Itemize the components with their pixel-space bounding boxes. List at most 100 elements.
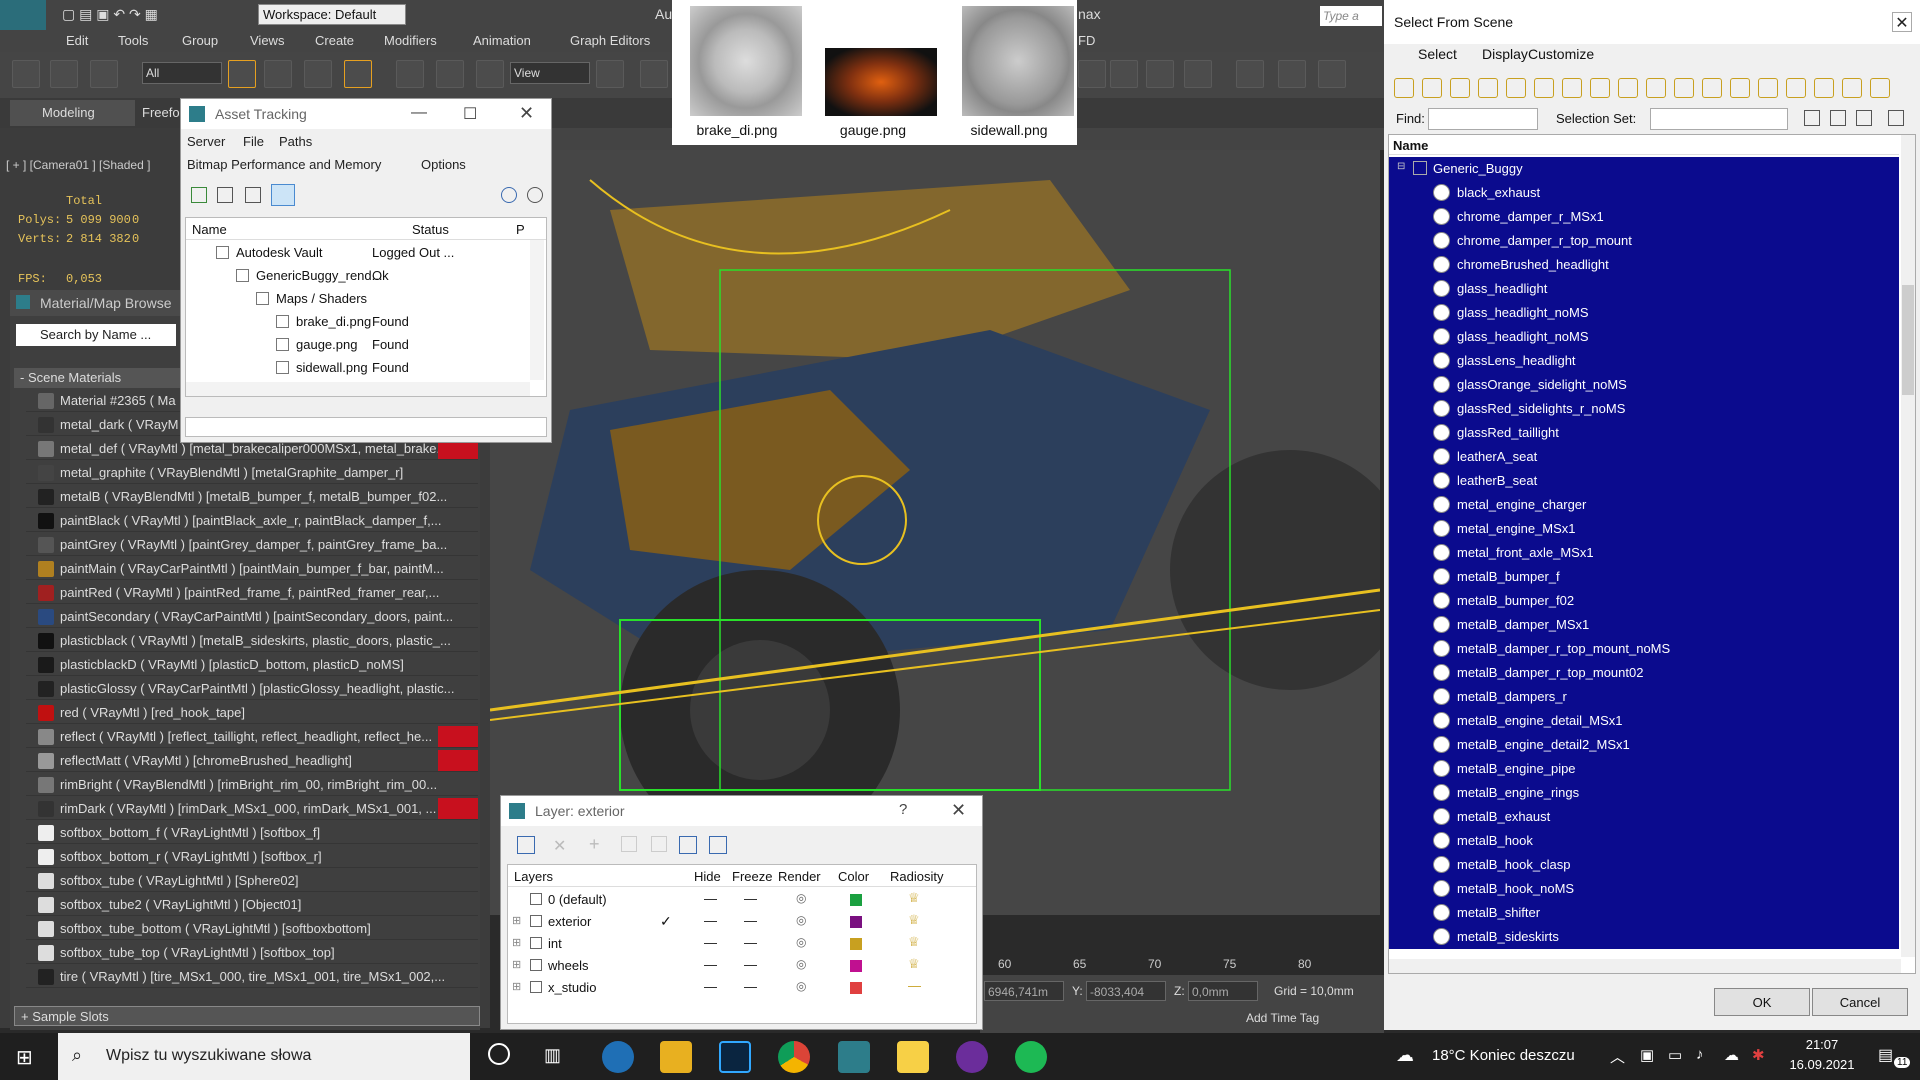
layer-color-swatch[interactable] <box>850 982 862 994</box>
filter-icon[interactable] <box>1450 78 1470 98</box>
expand-icon[interactable]: ⊞ <box>512 914 521 927</box>
gauge-thumbnail[interactable] <box>825 48 937 116</box>
select-object-icon[interactable] <box>228 60 256 88</box>
material-row[interactable]: metalB ( VRayBlendMtl ) [metalB_bumper_f… <box>26 486 478 508</box>
help-icon[interactable]: ? <box>899 801 907 818</box>
scene-object-row[interactable]: glassOrange_sidelight_noMS <box>1389 373 1899 397</box>
clock-time[interactable]: 21:07 <box>1782 1037 1862 1052</box>
asset-hscrollbar[interactable] <box>186 382 530 396</box>
mat-search-input[interactable]: Search by Name ... <box>16 324 176 346</box>
sfs-titlebar[interactable]: Select From Scene ✕ <box>1384 0 1920 44</box>
scene-object-row[interactable]: black_exhaust <box>1389 181 1899 205</box>
menu-bitmap-performance[interactable]: Bitmap Performance and Memory <box>187 157 381 172</box>
menu-paths[interactable]: Paths <box>279 134 312 149</box>
toolbar-icon-e[interactable] <box>1236 60 1264 88</box>
menu-views[interactable]: Views <box>250 33 284 48</box>
filter-icon[interactable] <box>1478 78 1498 98</box>
scene-object-row[interactable]: leatherA_seat <box>1389 445 1899 469</box>
material-row[interactable]: softbox_bottom_r ( VRayLightMtl ) [softb… <box>26 846 478 868</box>
layer-color-swatch[interactable] <box>850 894 862 906</box>
scene-object-row[interactable]: metal_engine_charger <box>1389 493 1899 517</box>
hide-layers-icon[interactable] <box>679 836 697 854</box>
menu-fragment[interactable]: FD <box>1078 33 1095 48</box>
toolbar-icon-a[interactable] <box>1078 60 1106 88</box>
radiosity-icon[interactable]: ♕ <box>908 890 920 906</box>
sel-set-icon-4[interactable] <box>1888 110 1904 126</box>
filter-icon[interactable] <box>1786 78 1806 98</box>
refresh-icon[interactable] <box>191 187 207 203</box>
rect-selection-icon[interactable] <box>304 60 332 88</box>
layer-color-swatch[interactable] <box>850 960 862 972</box>
y-coord-field[interactable]: -8033,404 <box>1086 981 1166 1001</box>
layer-row[interactable]: ⊞ int — — ◎ ♕ <box>508 933 970 955</box>
scene-object-row[interactable]: glass_headlight <box>1389 277 1899 301</box>
material-row[interactable]: plasticGlossy ( VRayCarPaintMtl ) [plast… <box>26 678 478 700</box>
col-status[interactable]: Status <box>412 222 449 237</box>
spotify-icon[interactable] <box>1015 1041 1047 1073</box>
tray-app-icon[interactable]: ▣ <box>1640 1046 1654 1064</box>
bind-spacewarp-icon[interactable] <box>90 60 118 88</box>
menu-tools[interactable]: Tools <box>118 33 148 48</box>
filter-icon[interactable] <box>1730 78 1750 98</box>
scene-object-row[interactable]: leatherB_seat <box>1389 469 1899 493</box>
detail-view-icon[interactable] <box>245 187 261 203</box>
material-row[interactable]: paintGrey ( VRayMtl ) [paintGrey_damper_… <box>26 534 478 556</box>
chrome-icon[interactable] <box>778 1041 810 1073</box>
menu-options[interactable]: Options <box>421 157 466 172</box>
add-time-tag[interactable]: Add Time Tag <box>1246 1011 1319 1025</box>
radiosity-icon[interactable]: ♕ <box>908 956 920 972</box>
tab-freeform[interactable]: Freefo <box>138 100 180 126</box>
hide-toggle[interactable]: — <box>704 935 717 950</box>
render-teapot-icon[interactable]: ◎ <box>796 913 806 927</box>
scene-object-row[interactable]: metalB_engine_detail_MSx1 <box>1389 709 1899 733</box>
x-coord-field[interactable]: 6946,741m <box>984 981 1064 1001</box>
brake-di-thumbnail[interactable] <box>690 6 802 116</box>
layer-color-swatch[interactable] <box>850 916 862 928</box>
scene-object-row[interactable]: metalB_exhaust <box>1389 805 1899 829</box>
scene-object-row[interactable]: metalB_damper_r_top_mount02 <box>1389 661 1899 685</box>
app-power-icon[interactable] <box>956 1041 988 1073</box>
z-coord-field[interactable]: 0,0mm <box>1188 981 1258 1001</box>
asset-row[interactable]: brake_di.png Found <box>196 311 536 333</box>
scene-object-row[interactable]: metalB_hook_clasp <box>1389 853 1899 877</box>
asset-path-field[interactable] <box>185 417 547 437</box>
window-crossing-icon[interactable] <box>344 60 372 88</box>
menu-graph-editors[interactable]: Graph Editors <box>570 33 650 48</box>
filter-icon[interactable] <box>1422 78 1442 98</box>
menu-group[interactable]: Group <box>182 33 218 48</box>
maximize-icon[interactable]: ☐ <box>463 104 477 124</box>
layer-col-header[interactable]: Hide <box>694 869 721 884</box>
sfs-scroll-thumb[interactable] <box>1902 285 1914 395</box>
selection-set-dropdown[interactable] <box>1650 108 1788 130</box>
delete-layer-icon[interactable]: ✕ <box>553 836 566 856</box>
layer-col-header[interactable]: Color <box>838 869 869 884</box>
scene-object-row[interactable]: chromeBrushed_headlight <box>1389 253 1899 277</box>
menu-file[interactable]: File <box>243 134 264 149</box>
layer-titlebar[interactable]: Layer: exterior ? ✕ <box>501 796 982 826</box>
material-row[interactable]: paintBlack ( VRayMtl ) [paintBlack_axle_… <box>26 510 478 532</box>
sel-set-icon-1[interactable] <box>1804 110 1820 126</box>
scene-object-row[interactable]: metalB_hook <box>1389 829 1899 853</box>
select-by-name-icon[interactable] <box>264 60 292 88</box>
new-layer-icon[interactable] <box>517 836 535 854</box>
menu-create[interactable]: Create <box>315 33 354 48</box>
filter-icon[interactable] <box>1394 78 1414 98</box>
asset-titlebar[interactable]: Asset Tracking — ☐ ✕ <box>181 99 551 129</box>
toolbar-icon-d[interactable] <box>1184 60 1212 88</box>
weather-text[interactable]: 18°C Koniec deszczu <box>1432 1047 1575 1064</box>
layer-col-header[interactable]: Render <box>778 869 821 884</box>
material-row[interactable]: paintRed ( VRayMtl ) [paintRed_frame_f, … <box>26 582 478 604</box>
render-teapot-icon[interactable]: ◎ <box>796 935 806 949</box>
col-name[interactable]: Name <box>192 222 227 237</box>
scene-object-row[interactable]: metalB_damper_r_top_mount_noMS <box>1389 637 1899 661</box>
search-help-input[interactable]: Type a <box>1320 6 1382 26</box>
scene-object-row[interactable]: metalB_damper_MSx1 <box>1389 613 1899 637</box>
radiosity-icon[interactable]: ♕ <box>908 934 920 950</box>
tab-modeling[interactable]: Modeling <box>10 100 135 126</box>
scene-object-row[interactable]: metal_front_axle_MSx1 <box>1389 541 1899 565</box>
minimize-icon[interactable]: — <box>411 104 427 122</box>
sfs-root-row[interactable]: ⊟ Generic_Buggy <box>1389 157 1899 181</box>
menu-server[interactable]: Server <box>187 134 225 149</box>
quick-access-toolbar[interactable]: ▢ ▤ ▣ ↶ ↷ ▦ <box>62 6 212 24</box>
sfs-col-name[interactable]: Name <box>1393 138 1428 153</box>
